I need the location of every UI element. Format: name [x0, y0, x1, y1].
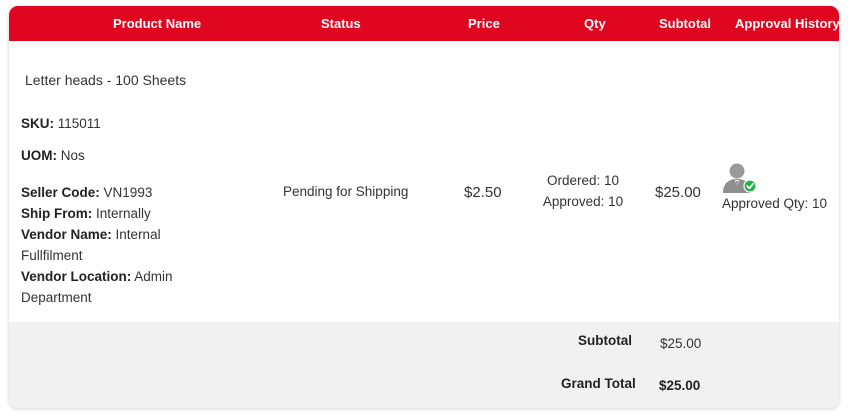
approved-qty: Approved Qty: 10 [722, 196, 828, 211]
qty-approved: Approved: 10 [542, 194, 624, 209]
uom-line: UOM: Nos [21, 148, 85, 163]
item-status: Pending for Shipping [283, 184, 409, 199]
item-price: $2.50 [464, 184, 502, 201]
grand-total-value: $25.00 [659, 378, 701, 393]
qty-ordered: Ordered: 10 [546, 173, 620, 188]
ship-from-line: Ship From: Internally [21, 206, 151, 221]
header-qty: Qty [584, 16, 606, 31]
item-subtotal: $25.00 [655, 184, 701, 201]
grand-total-label: Grand Total [561, 376, 636, 391]
header-product-name: Product Name [113, 16, 202, 31]
vendor-name-line: Vendor Name: Internal [21, 227, 161, 242]
uom-value: Nos [60, 148, 85, 163]
seller-code-label: Seller Code: [21, 185, 100, 200]
vendor-location-value-1: Admin [134, 269, 173, 284]
subtotal-value: $25.00 [660, 336, 702, 351]
vendor-location-line: Vendor Location: Admin [21, 269, 173, 284]
ship-from-label: Ship From: [21, 206, 93, 221]
ship-from-value: Internally [96, 206, 151, 221]
vendor-name-value-2: Fullfilment [21, 248, 83, 263]
totals-section [9, 322, 839, 408]
order-items-card: Product Name Status Price Qty Subtotal A… [9, 6, 839, 408]
header-price: Price [468, 16, 500, 31]
vendor-location-label: Vendor Location: [21, 269, 132, 284]
table-header: Product Name Status Price Qty Subtotal A… [9, 6, 839, 41]
header-status: Status [321, 16, 361, 31]
product-name: Letter heads - 100 Sheets [25, 72, 187, 88]
subtotal-label: Subtotal [578, 333, 632, 348]
sku-value: 115011 [57, 116, 101, 131]
header-approval-history: Approval History [735, 16, 839, 31]
approved-user-icon[interactable] [721, 161, 757, 195]
seller-code-value: VN1993 [103, 185, 153, 200]
vendor-location-value-2: Department [21, 290, 92, 305]
sku-label: SKU: [21, 116, 54, 131]
header-subtotal: Subtotal [659, 16, 711, 31]
seller-code-line: Seller Code: VN1993 [21, 185, 152, 200]
vendor-name-label: Vendor Name: [21, 227, 112, 242]
vendor-name-value-1: Internal [115, 227, 161, 242]
uom-label: UOM: [21, 148, 57, 163]
sku-line: SKU: 115011 [21, 116, 101, 131]
